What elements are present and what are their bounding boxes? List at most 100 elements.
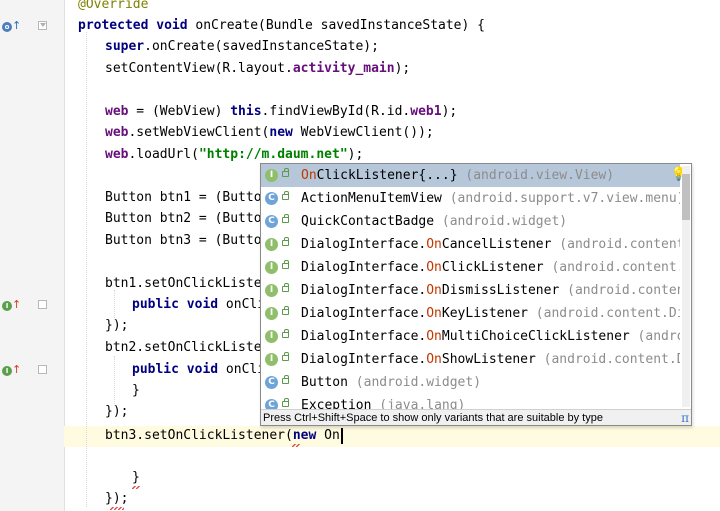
code-line: btn1.setOnClickListene [105,276,278,291]
completion-item[interactable]: I DialogInterface.OnShowListener (android… [261,348,680,371]
implements-gutter-icon[interactable]: I ↑ [2,299,21,313]
completion-item-match: On [426,237,442,252]
code-line: @Override [78,0,148,15]
visibility-icon [282,191,289,200]
error-squiggle [292,444,300,447]
interface-icon: I [265,353,278,366]
completion-item-prefix: DialogInterface. [301,352,427,367]
code-text-span: btn3.setOnClickListener( [105,428,293,443]
keyword: new [269,125,293,140]
completion-item[interactable]: I DialogInterface.OnKeyListener (android.… [261,302,680,325]
completion-item-prefix: DialogInterface. [301,237,427,252]
code-line: }); [105,318,129,333]
error-squiggle [132,486,140,489]
interface-icon: I [265,284,278,297]
scrollbar-thumb[interactable] [682,174,690,220]
visibility-icon [282,306,289,315]
completion-item-name: DismissListener [441,283,560,298]
fold-toggle-icon[interactable] [38,300,47,309]
interface-icon: I [265,307,278,320]
class-icon: C [265,192,278,205]
keyword: protected void [78,18,188,33]
override-gutter-icon[interactable]: o ↑ [2,20,21,34]
code-line: }); [105,404,129,419]
completion-item-package: (android.content.Dia… [543,352,680,367]
keyword: this [230,104,262,119]
completion-item[interactable]: C Button (android.widget) [261,371,680,394]
visibility-icon [282,214,289,223]
pi-icon[interactable]: π [681,410,689,425]
fold-toggle-icon[interactable] [38,21,47,30]
keyword: public void [132,362,219,377]
code-line: web = (WebView) this.findViewById(R.id.w… [105,102,457,122]
field-ref: web [105,125,129,140]
code-line: protected void onCreate(Bundle savedInst… [78,16,485,36]
completion-item[interactable]: I DialogInterface.OnCancelListener (andro… [261,233,680,256]
class-icon: C [265,376,278,389]
completion-item-name: Button [301,375,348,390]
completion-item[interactable]: I DialogInterface.OnDismissListener (andr… [261,279,680,302]
code-line: Button btn1 = (Button)f [105,190,286,205]
completion-item[interactable]: C QuickContactBadge (android.widget) [261,210,680,233]
field-ref: web [105,104,129,119]
completion-item-package: (android.support.v7.view.menu) [441,191,680,206]
visibility-icon [282,260,289,269]
field-ref: activity_main [292,61,395,76]
code-text[interactable]: @Override protected void onCreate(Bundle… [64,0,485,506]
completion-item-prefix: DialogInterface. [301,283,427,298]
field-ref: web [105,147,129,162]
code-line: btn2.setOnClickListener [105,340,286,355]
completion-hint-text: Press Ctrl+Shift+Space to show only vari… [263,412,603,424]
implements-gutter-icon[interactable]: I ↑ [2,364,21,378]
completion-item-name: ShowListener [441,352,536,367]
interface-icon: I [265,261,278,274]
completion-item[interactable]: C ActionMenuItemView (android.support.v7.… [261,187,680,210]
code-line-current[interactable]: btn3.setOnClickListener(new On [105,426,343,446]
completion-item[interactable]: I DialogInterface.OnMultiChoiceClickListe… [261,325,680,348]
interface-icon: I [265,238,278,251]
completion-item[interactable]: I DialogInterface.OnClickListener (androi… [261,256,680,279]
completion-item[interactable]: C Exception (java.lang) [261,394,680,409]
code-text-span: = (WebView) [128,104,231,119]
code-text-span: ); [347,147,364,162]
visibility-icon [282,329,289,338]
completion-item-package: (android.content.Dial… [535,306,680,321]
code-line: } [132,470,140,485]
completion-scrollbar[interactable] [682,166,690,407]
visibility-icon [282,283,289,292]
visibility-icon [282,168,289,177]
completion-item-package: (android.widget) [434,214,568,229]
code-line: }); [105,491,129,506]
visibility-icon [282,398,289,407]
code-line: web.setWebViewClient(new WebViewClient()… [105,123,434,143]
keyword: new [292,428,317,443]
code-text-span: .findViewById(R.id. [261,104,411,119]
indent-guide [114,356,115,406]
code-text-span: onCreate(Bundle savedInstanceState) { [187,18,485,33]
class-icon: C [265,215,278,228]
completion-item[interactable]: I OnClickListener{...} (android.view.View… [261,164,680,187]
text-caret [340,427,343,444]
keyword: super [105,39,145,54]
completion-item-name: QuickContactBadge [301,214,435,229]
completion-item-match: On [426,283,442,298]
interface-icon: I [265,330,278,343]
visibility-icon [282,375,289,384]
fold-toggle-icon[interactable] [38,365,47,374]
completion-item-package: (android.widget) [347,375,482,390]
completion-item-package: (android… [637,329,680,344]
completion-hint: Press Ctrl+Shift+Space to show only vari… [261,409,691,425]
completion-item-name: MultiChoiceClickListener [441,329,630,344]
code-completion-popup[interactable]: I OnClickListener{...} (android.view.View… [260,163,692,426]
completion-item-name: Exception [301,398,372,409]
code-line: public void onClic [132,295,273,315]
code-line: super.onCreate(savedInstanceState); [105,37,379,57]
completion-list[interactable]: I OnClickListener{...} (android.view.View… [261,164,680,409]
code-line: } [132,383,140,398]
completion-item-name: ClickListener [441,260,544,275]
completion-item-prefix: DialogInterface. [301,260,427,275]
class-icon: C [265,399,278,409]
completion-item-package: (java.lang) [371,398,466,409]
code-text-span: WebViewClient()); [292,125,434,140]
code-text-span: .onCreate(savedInstanceState); [144,39,379,54]
